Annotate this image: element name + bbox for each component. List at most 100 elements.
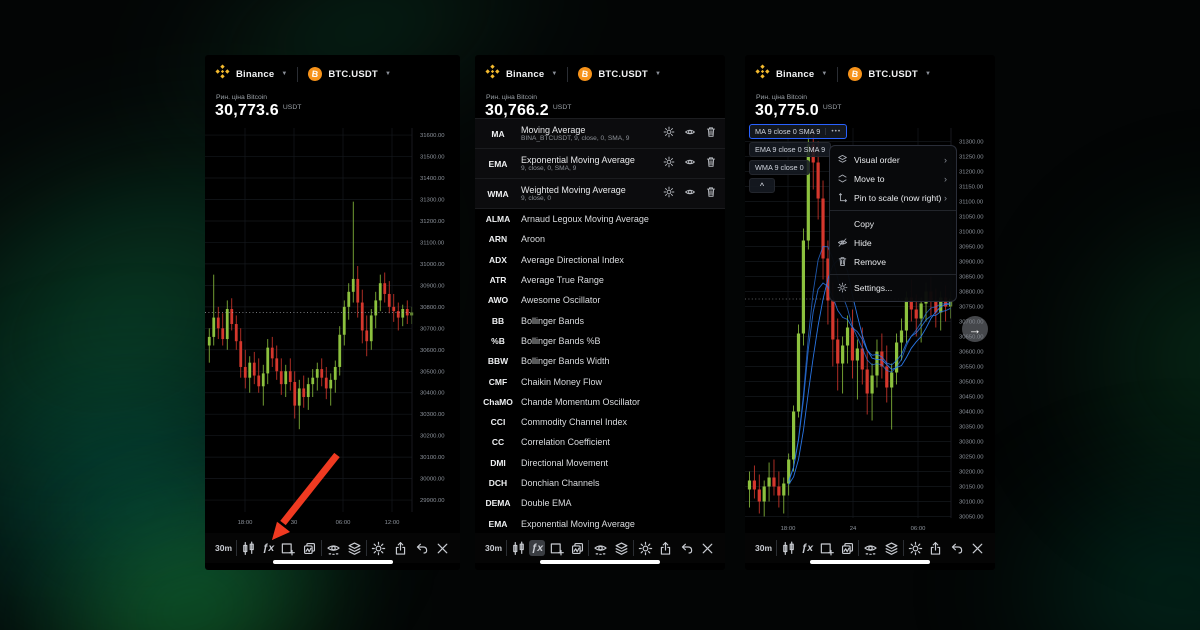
indicator-settings-button[interactable] bbox=[663, 155, 675, 173]
chart-settings-button[interactable] bbox=[369, 539, 388, 558]
chevron-down-icon: ▼ bbox=[281, 71, 287, 77]
interval-button[interactable]: 30m bbox=[213, 541, 234, 555]
svg-text:30800.00: 30800.00 bbox=[959, 290, 984, 296]
hide-drawings-button[interactable] bbox=[591, 539, 610, 558]
undo-button[interactable] bbox=[947, 539, 966, 558]
indicator-list-item[interactable]: AWOAwesome Oscillator bbox=[475, 290, 725, 310]
active-indicator-row[interactable]: WMAWeighted Moving Average9, close, 0 bbox=[475, 179, 725, 209]
indicator-list-item[interactable]: %BBollinger Bands %B bbox=[475, 331, 725, 351]
indicator-visibility-button[interactable] bbox=[684, 155, 696, 173]
exchange-name[interactable]: Binance bbox=[776, 69, 814, 80]
indicator-abbr: DEMA bbox=[475, 498, 521, 508]
indicator-visibility-button[interactable] bbox=[684, 185, 696, 203]
indicator-list-item[interactable]: ADXAverage Directional Index bbox=[475, 250, 725, 270]
object-tree-button[interactable] bbox=[612, 539, 631, 558]
share-button[interactable] bbox=[926, 539, 945, 558]
gear-icon bbox=[638, 541, 653, 556]
symbol-name[interactable]: BTC.USDT bbox=[328, 69, 378, 80]
active-indicator-row[interactable]: MAMoving AverageBINA_BTCUSDT, 9, close, … bbox=[475, 119, 725, 149]
indicator-list-item[interactable]: DMIDirectional Movement bbox=[475, 453, 725, 473]
indicator-list-item[interactable]: BBWBollinger Bands Width bbox=[475, 351, 725, 371]
indicator-list-item[interactable]: BBBollinger Bands bbox=[475, 310, 725, 330]
active-indicator-row[interactable]: EMAExponential Moving Average9, close, 0… bbox=[475, 149, 725, 179]
indicators-fx-button[interactable]: ƒx bbox=[529, 540, 545, 556]
interval-button[interactable]: 30m bbox=[483, 541, 504, 555]
svg-text:30900.00: 30900.00 bbox=[420, 283, 445, 289]
gear-icon bbox=[663, 126, 675, 138]
indicator-settings-button[interactable] bbox=[663, 125, 675, 143]
chart-settings-button[interactable] bbox=[906, 539, 925, 558]
symbol-name[interactable]: BTC.USDT bbox=[868, 69, 918, 80]
exchange-name[interactable]: Binance bbox=[236, 69, 274, 80]
undo-button[interactable] bbox=[677, 539, 696, 558]
indicator-legend-chip[interactable]: EMA 9 close 0 SMA 9 bbox=[749, 142, 831, 157]
eye-icon bbox=[684, 156, 696, 168]
close-icon-button[interactable] bbox=[433, 539, 452, 558]
candles-style-button[interactable] bbox=[239, 539, 258, 558]
svg-text:30850.00: 30850.00 bbox=[959, 275, 984, 281]
svg-text:30400.00: 30400.00 bbox=[420, 391, 445, 397]
share-button[interactable] bbox=[391, 539, 410, 558]
symbol-name[interactable]: BTC.USDT bbox=[598, 69, 648, 80]
indicator-list-item[interactable]: DCHDonchian Channels bbox=[475, 473, 725, 493]
drawings-button[interactable] bbox=[817, 539, 836, 558]
svg-text:31400.00: 31400.00 bbox=[420, 176, 445, 182]
scroll-to-latest-button[interactable]: → bbox=[962, 316, 988, 342]
indicator-list-item[interactable]: CCCorrelation Coefficient bbox=[475, 432, 725, 452]
indicator-list-item[interactable]: DEMADouble EMA bbox=[475, 493, 725, 513]
close-icon bbox=[435, 541, 450, 556]
legend-collapse-button[interactable]: ^ bbox=[749, 178, 775, 193]
menu-item-visual-order[interactable]: Visual order› bbox=[830, 150, 956, 169]
menu-item-label: Settings... bbox=[854, 283, 944, 293]
compare-button[interactable] bbox=[568, 539, 587, 558]
more-options-icon[interactable]: ••• bbox=[825, 128, 841, 135]
indicator-params: BINA_BTCUSDT, 9, close, 0, SMA, 9 bbox=[521, 135, 663, 143]
drawings-button[interactable] bbox=[547, 539, 566, 558]
chart-settings-button[interactable] bbox=[636, 539, 655, 558]
undo-button[interactable] bbox=[412, 539, 431, 558]
indicator-delete-button[interactable] bbox=[705, 125, 717, 143]
indicator-list-item[interactable]: CMFChaikin Money Flow bbox=[475, 371, 725, 391]
hide-drawings-button[interactable] bbox=[861, 539, 880, 558]
menu-item-remove[interactable]: Remove bbox=[830, 252, 956, 271]
indicator-settings-button[interactable] bbox=[663, 185, 675, 203]
indicator-delete-button[interactable] bbox=[705, 185, 717, 203]
indicator-list-item[interactable]: EMAExponential Moving Average bbox=[475, 513, 725, 533]
candles-style-button[interactable] bbox=[509, 539, 528, 558]
indicator-name: Chaikin Money Flow bbox=[521, 377, 725, 387]
compare-button[interactable] bbox=[838, 539, 857, 558]
indicator-list-item[interactable]: ChaMOChande Momentum Oscillator bbox=[475, 392, 725, 412]
close-icon-button[interactable] bbox=[968, 539, 987, 558]
exchange-name[interactable]: Binance bbox=[506, 69, 544, 80]
close-icon-button[interactable] bbox=[698, 539, 717, 558]
share-button[interactable] bbox=[656, 539, 675, 558]
object-tree-button[interactable] bbox=[882, 539, 901, 558]
fx-icon: ƒx bbox=[801, 542, 813, 554]
indicators-fx-button[interactable]: ƒx bbox=[799, 540, 815, 556]
indicator-legend-chip[interactable]: MA 9 close 0 SMA 9••• bbox=[749, 124, 847, 139]
svg-text:31200.00: 31200.00 bbox=[959, 170, 984, 176]
indicator-list-item[interactable]: ATRAverage True Range bbox=[475, 270, 725, 290]
menu-item-hide[interactable]: Hide bbox=[830, 233, 956, 252]
indicator-list-item[interactable]: ARNAroon bbox=[475, 229, 725, 249]
indicator-legend-chip[interactable]: WMA 9 close 0 bbox=[749, 160, 810, 175]
menu-item-pin-to-scale-now-right[interactable]: Pin to scale (now right)› bbox=[830, 188, 956, 207]
menu-item-copy[interactable]: Copy bbox=[830, 214, 956, 233]
indicator-abbr: ARN bbox=[475, 234, 521, 244]
indicator-list-item[interactable]: CCICommodity Channel Index bbox=[475, 412, 725, 432]
indicator-list-item[interactable]: ALMAArnaud Legoux Moving Average bbox=[475, 209, 725, 229]
legend-text: WMA 9 close 0 bbox=[755, 163, 804, 172]
chevron-right-icon: › bbox=[944, 155, 956, 165]
home-indicator bbox=[273, 560, 393, 564]
toolbar-divider bbox=[588, 540, 589, 556]
eye-icon bbox=[684, 186, 696, 198]
svg-text:30950.00: 30950.00 bbox=[959, 245, 984, 251]
svg-text:30500.00: 30500.00 bbox=[959, 380, 984, 386]
svg-text:30500.00: 30500.00 bbox=[420, 369, 445, 375]
candles-style-button[interactable] bbox=[779, 539, 798, 558]
indicator-visibility-button[interactable] bbox=[684, 125, 696, 143]
interval-button[interactable]: 30m bbox=[753, 541, 774, 555]
menu-item-move-to[interactable]: Move to› bbox=[830, 169, 956, 188]
indicator-delete-button[interactable] bbox=[705, 155, 717, 173]
menu-item-settings[interactable]: Settings... bbox=[830, 278, 956, 297]
